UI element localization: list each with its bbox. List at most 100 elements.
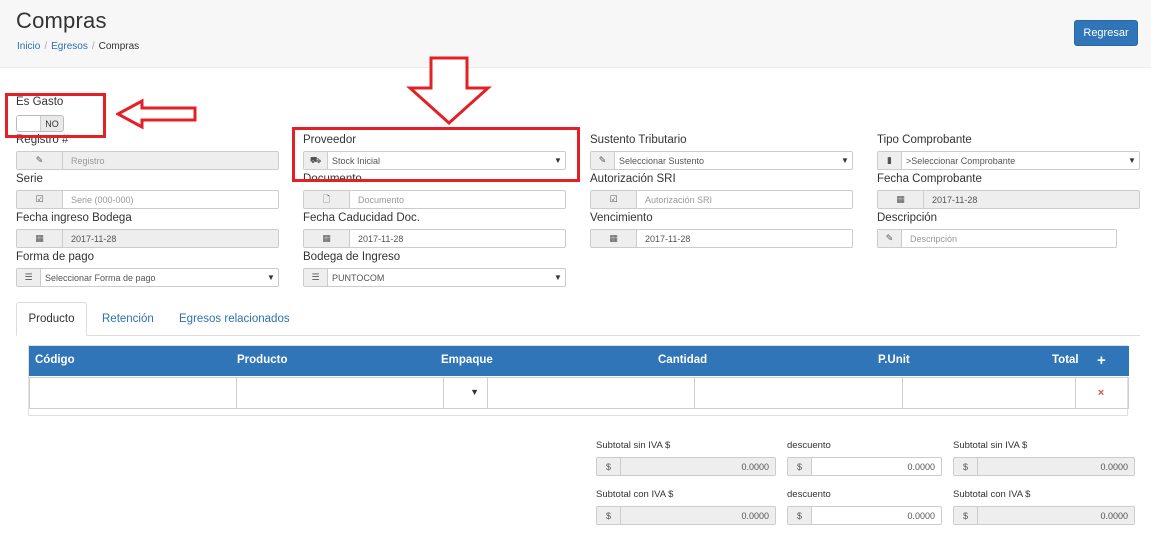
forma-pago-select[interactable]: ☰ Seleccionar Forma de pago ▼ [16, 268, 279, 287]
breadcrumb-inicio[interactable]: Inicio [17, 41, 40, 52]
fecha-caducidad-input[interactable]: 2017-11-28 [350, 230, 565, 247]
edit-icon: ✎ [591, 152, 615, 169]
fecha-ingreso-input[interactable]: 2017-11-28 [63, 230, 278, 247]
fecha-ingreso-field[interactable]: ▦ 2017-11-28 [16, 229, 279, 248]
subtotal-con-iva-field: $ 0.0000 [596, 506, 776, 525]
descuento-field[interactable]: $ 0.0000 [787, 457, 942, 476]
subtotal-sin-iva-value: 0.0000 [621, 458, 775, 475]
serie-field[interactable]: ☑ Serie (000-000) [16, 190, 279, 209]
subtotal-sin-iva-2-label: Subtotal sin IVA $ [953, 440, 1028, 451]
column-cantidad: Cantidad [658, 354, 708, 366]
chevron-down-icon: ▼ [470, 387, 479, 397]
chevron-down-icon: ▼ [554, 273, 562, 282]
cell-cantidad[interactable] [488, 378, 695, 408]
descuento-value[interactable]: 0.0000 [812, 458, 941, 475]
vencimiento-label: Vencimiento [590, 212, 653, 224]
forma-pago-label: Forma de pago [16, 251, 94, 263]
table-row: ▼ × [29, 377, 1129, 409]
currency-addon: $ [597, 458, 621, 475]
page-title: Compras [16, 8, 107, 33]
descuento-2-field[interactable]: $ 0.0000 [787, 506, 942, 525]
remove-row-icon[interactable]: × [1098, 387, 1104, 399]
subtotal-sin-iva-label: Subtotal sin IVA $ [596, 440, 671, 451]
fecha-comprobante-input[interactable]: 2017-11-28 [924, 191, 1139, 208]
fecha-ingreso-label: Fecha ingreso Bodega [16, 212, 132, 224]
fecha-caducidad-label: Fecha Caducidad Doc. [303, 212, 420, 224]
cell-punit[interactable] [695, 378, 903, 408]
subtotal-sin-iva-2-value: 0.0000 [978, 458, 1134, 475]
add-row-button[interactable]: + [1097, 352, 1106, 369]
fecha-comprobante-field[interactable]: ▦ 2017-11-28 [877, 190, 1140, 209]
calendar-icon: ▦ [878, 191, 924, 208]
cell-empaque[interactable]: ▼ [444, 378, 488, 408]
calendar-icon: ▦ [591, 230, 637, 247]
subtotal-con-iva-label: Subtotal con IVA $ [596, 489, 674, 500]
descuento-label: descuento [787, 440, 831, 451]
currency-addon: $ [597, 507, 621, 524]
autorizacion-input[interactable]: Autorización SRI [637, 191, 852, 208]
registro-input: Registro [63, 152, 278, 169]
column-total: Total [1052, 354, 1079, 366]
descuento-2-label: descuento [787, 489, 831, 500]
cell-producto[interactable] [237, 378, 444, 408]
cell-total [903, 378, 1076, 408]
column-codigo: Código [35, 354, 75, 366]
list-icon: ☰ [304, 269, 328, 286]
annotation-box-proveedor [292, 127, 580, 182]
vencimiento-input[interactable]: 2017-11-28 [637, 230, 852, 247]
cell-remove: × [1076, 378, 1126, 408]
chevron-down-icon: ▼ [267, 273, 275, 282]
list-icon: ☰ [17, 269, 41, 286]
tipo-comprobante-select[interactable]: ▮ >Seleccionar Comprobante ▼ [877, 151, 1140, 170]
sustento-value: Seleccionar Sustento [619, 155, 705, 166]
breadcrumb-egresos[interactable]: Egresos [51, 41, 88, 52]
currency-addon: $ [954, 507, 978, 524]
descuento-2-value[interactable]: 0.0000 [812, 507, 941, 524]
page-header: Compras Inicio / Egresos / Compras Regresar [0, 0, 1151, 68]
arrow-down-annotation-icon [406, 56, 492, 126]
serie-input[interactable]: Serie (000-000) [63, 191, 278, 208]
tab-retencion[interactable]: Retención [90, 302, 166, 336]
vencimiento-field[interactable]: ▦ 2017-11-28 [590, 229, 853, 248]
column-empaque: Empaque [441, 354, 493, 366]
sustento-select[interactable]: ✎ Seleccionar Sustento ▼ [590, 151, 853, 170]
sustento-label: Sustento Tributario [590, 134, 687, 146]
tipo-comprobante-label: Tipo Comprobante [877, 134, 972, 146]
fecha-caducidad-field[interactable]: ▦ 2017-11-28 [303, 229, 566, 248]
products-table: Código Producto Empaque Cantidad P.Unit … [28, 345, 1129, 416]
edit-icon: ✎ [878, 230, 902, 247]
calendar-icon: ▦ [304, 230, 350, 247]
breadcrumb-current: Compras [98, 41, 140, 52]
tab-egresos-relacionados[interactable]: Egresos relacionados [167, 302, 302, 336]
registro-field: ✎ Registro [16, 151, 279, 170]
arrow-left-annotation-icon [116, 98, 197, 130]
checkbox-icon: ☑ [17, 191, 63, 208]
cell-codigo[interactable] [30, 378, 237, 408]
tab-producto[interactable]: Producto [16, 302, 87, 336]
tab-bar: Producto Retención Egresos relacionados [16, 302, 1140, 336]
table-header: Código Producto Empaque Cantidad P.Unit … [29, 346, 1129, 376]
subtotal-con-iva-value: 0.0000 [621, 507, 775, 524]
subtotal-sin-iva-2-field: $ 0.0000 [953, 457, 1135, 476]
annotation-box-es-gasto [5, 93, 106, 138]
column-producto: Producto [237, 354, 288, 366]
bodega-value: PUNTOCOM [332, 272, 385, 283]
bodega-label: Bodega de Ingreso [303, 251, 401, 263]
fecha-comprobante-label: Fecha Comprobante [877, 173, 982, 185]
documento-input[interactable]: Documento [350, 191, 565, 208]
currency-addon: $ [788, 507, 812, 524]
subtotal-sin-iva-field: $ 0.0000 [596, 457, 776, 476]
serie-label: Serie [16, 173, 43, 185]
subtotal-con-iva-2-label: Subtotal con IVA $ [953, 489, 1031, 500]
descripcion-input[interactable]: Descripción [902, 230, 1116, 247]
autorizacion-label: Autorización SRI [590, 173, 676, 185]
autorizacion-field[interactable]: ☑ Autorización SRI [590, 190, 853, 209]
file-icon: ▮ [878, 152, 902, 169]
regresar-button[interactable]: Regresar [1074, 20, 1138, 46]
column-punit: P.Unit [878, 354, 910, 366]
currency-addon: $ [954, 458, 978, 475]
calendar-icon: ▦ [17, 230, 63, 247]
bodega-select[interactable]: ☰ PUNTOCOM ▼ [303, 268, 566, 287]
descripcion-field[interactable]: ✎ Descripción [877, 229, 1117, 248]
documento-field[interactable]: 🗋 Documento [303, 190, 566, 209]
